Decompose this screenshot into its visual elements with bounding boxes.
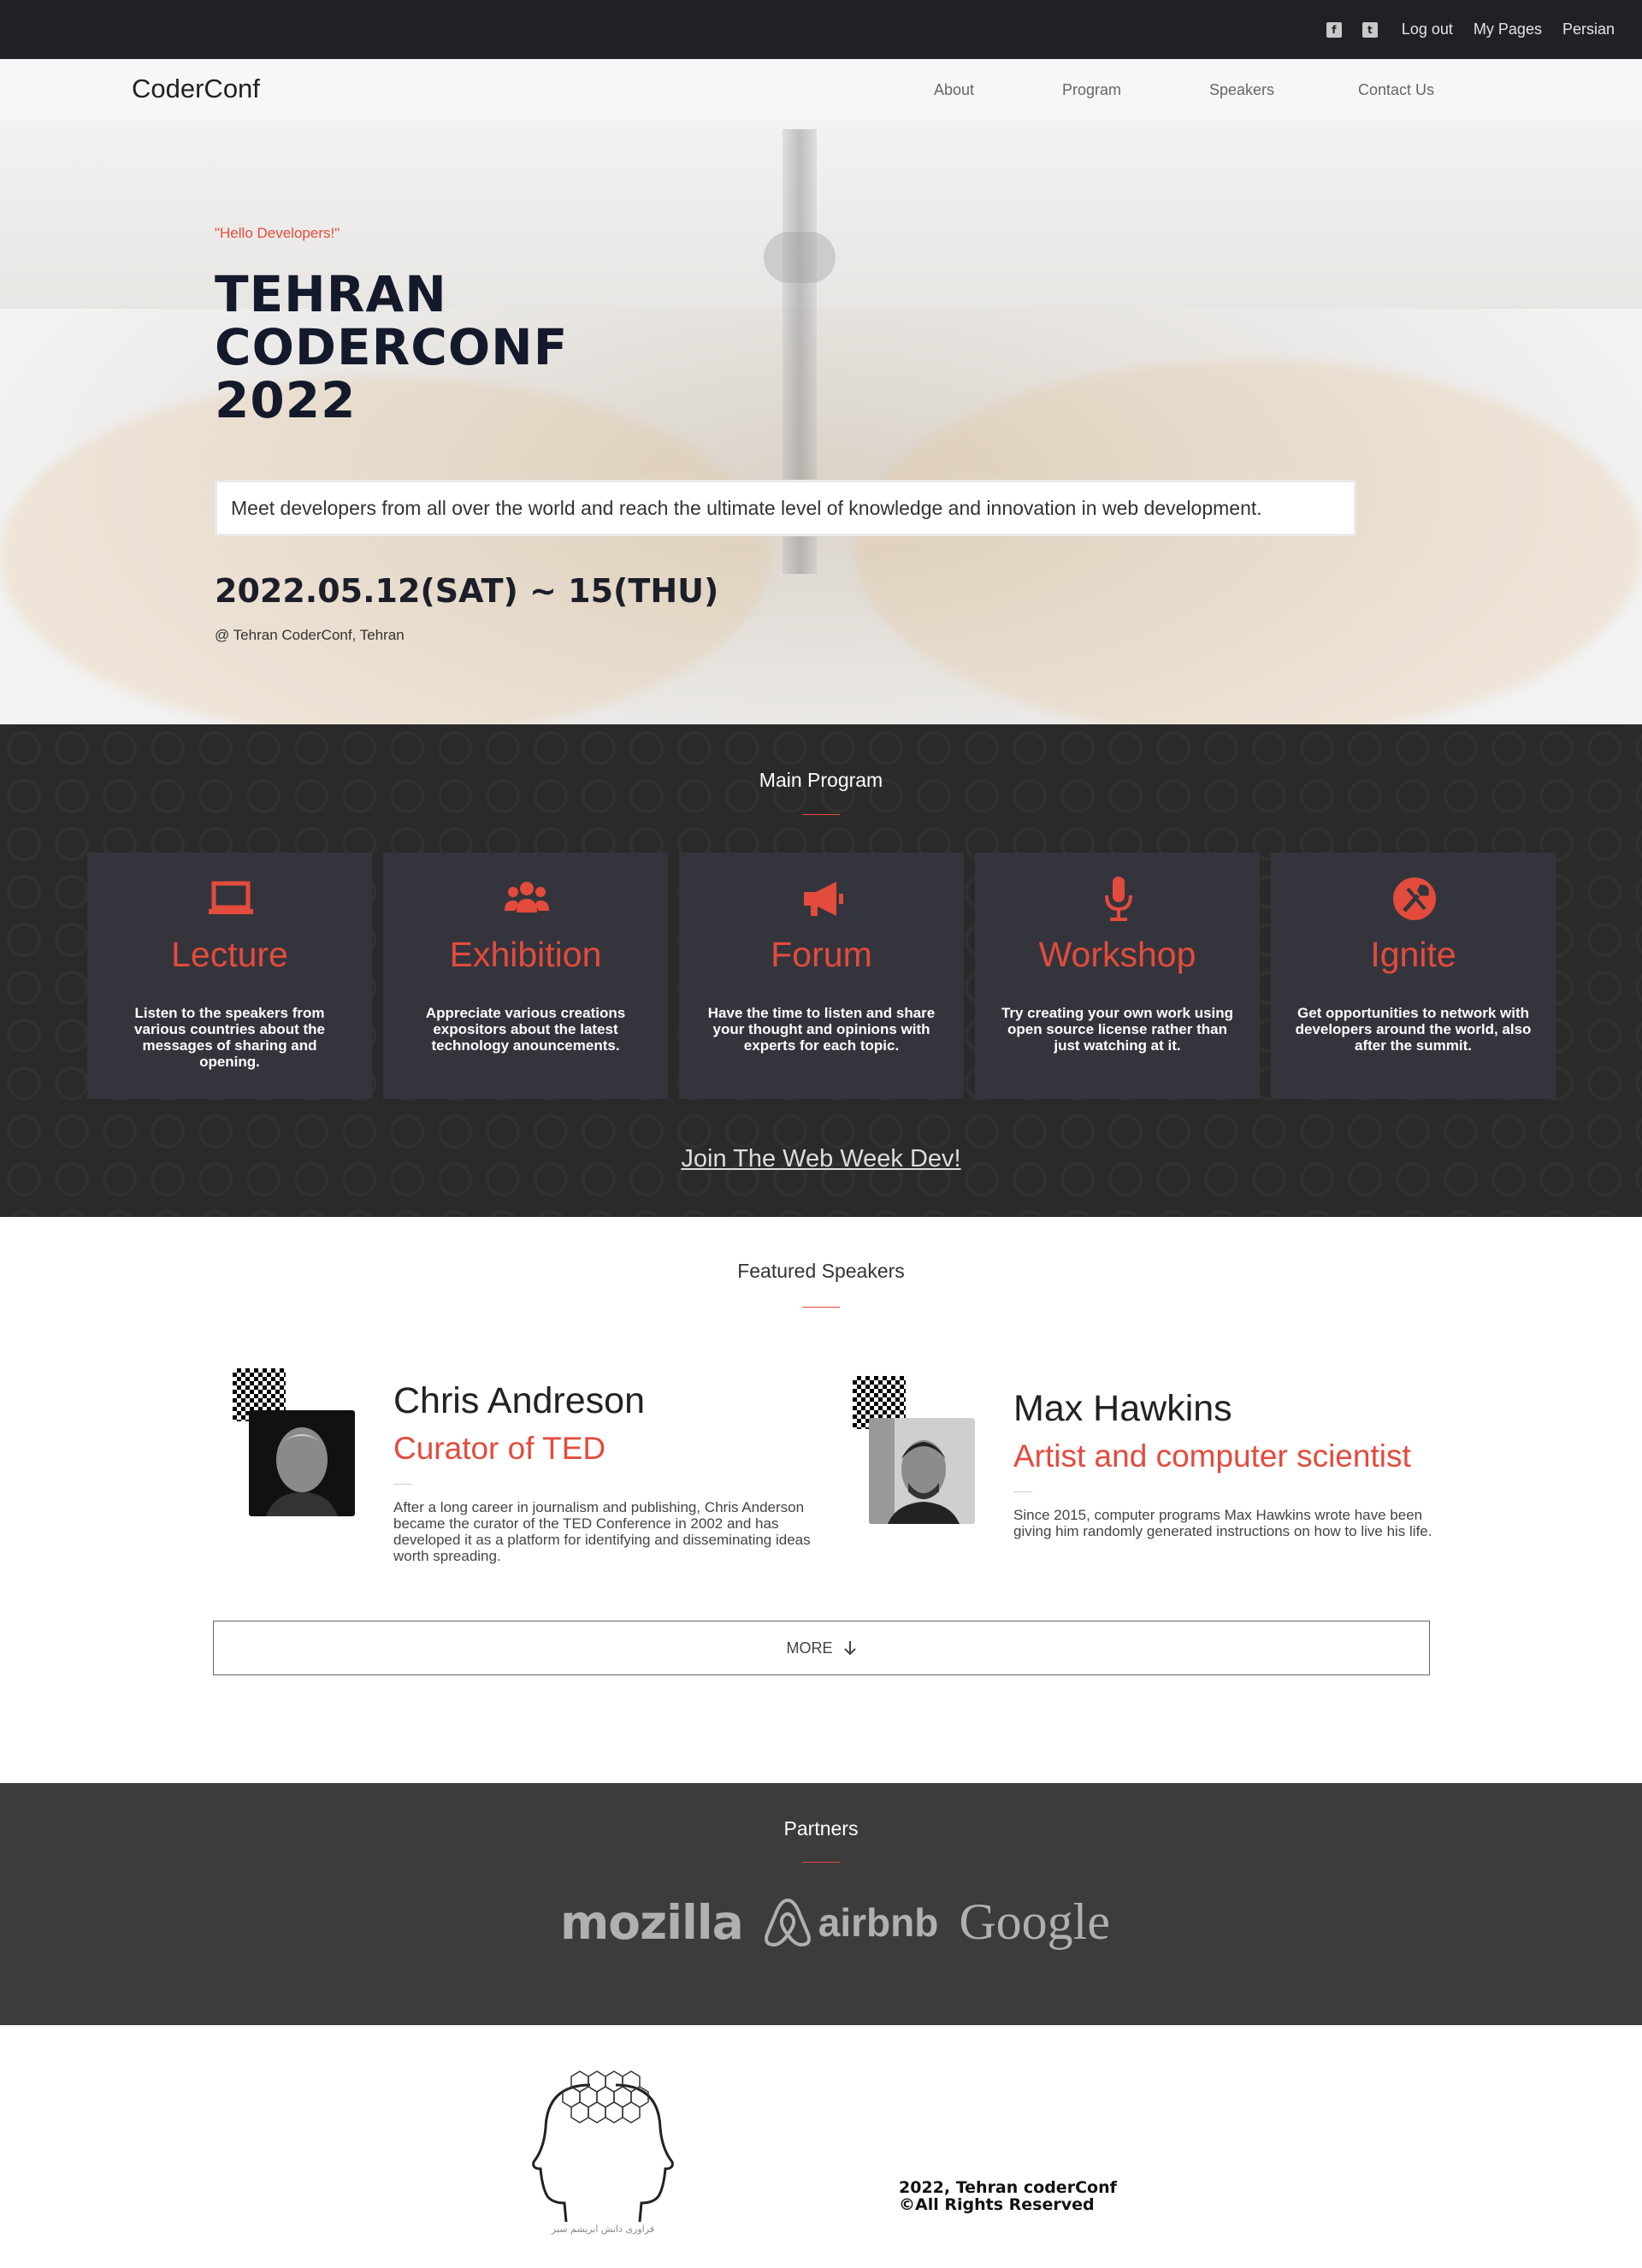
divider bbox=[393, 1484, 412, 1485]
event-dates: 2022.05.12(SAT) ~ 15(THU) bbox=[215, 572, 719, 610]
program-card-ignite: Ignite Get opportunities to network with… bbox=[1271, 853, 1556, 1099]
hero-title-line: 2022 bbox=[215, 371, 357, 429]
hero-section: "Hello Developers!" TEHRAN CODERCONF 202… bbox=[0, 121, 1642, 724]
program-card-lecture: Lecture Listen to the speakers from vari… bbox=[87, 853, 372, 1099]
program-card-title: Exhibition bbox=[449, 935, 602, 974]
hero-tagline: "Hello Developers!" bbox=[215, 225, 340, 241]
program-card-title: Workshop bbox=[1038, 935, 1196, 974]
hero-title-line: CODERCONF bbox=[215, 318, 569, 376]
speaker-role: Curator of TED bbox=[393, 1431, 606, 1466]
program-card-title: Forum bbox=[771, 935, 872, 974]
logout-link[interactable]: Log out bbox=[1402, 21, 1453, 38]
speaker-photo bbox=[869, 1418, 975, 1524]
speaker-card: Max Hawkins Artist and computer scientis… bbox=[853, 1376, 1434, 1581]
more-button-label: MORE bbox=[786, 1639, 833, 1657]
section-title: Main Program bbox=[759, 769, 883, 791]
nav-item-program[interactable]: Program bbox=[1062, 81, 1209, 99]
brand-logo-text[interactable]: CoderConf bbox=[132, 74, 260, 104]
city-lights-glow bbox=[0, 377, 770, 724]
laptop-icon bbox=[209, 881, 253, 914]
program-card-forum: Forum Have the time to listen and share … bbox=[679, 853, 964, 1099]
language-persian-link[interactable]: Persian bbox=[1562, 21, 1615, 38]
section-title: Featured Speakers bbox=[737, 1260, 905, 1282]
airbnb-wordmark: airbnb bbox=[818, 1899, 939, 1945]
mozilla-logo[interactable]: mozilla bbox=[560, 1895, 744, 1950]
logo-caption: فراوری دانش ابریشم سبز bbox=[551, 2224, 654, 2235]
microphone-icon bbox=[1105, 877, 1132, 921]
site-footer: فراوری دانش ابریشم سبز 2022, Tehran code… bbox=[0, 2025, 1642, 2268]
copyright-text: 2022, Tehran coderConf ©All Rights Reser… bbox=[899, 2179, 1117, 2213]
more-speakers-button[interactable]: MORE bbox=[213, 1621, 1430, 1675]
join-web-week-link[interactable]: Join The Web Week Dev! bbox=[0, 1145, 1642, 1173]
top-utility-bar: f t Log out My Pages Persian bbox=[0, 0, 1642, 59]
section-title-underline bbox=[802, 1307, 840, 1308]
section-title-underline bbox=[802, 814, 840, 815]
main-program-section: Main Program Lecture Listen to the speak… bbox=[0, 724, 1642, 1217]
copyright-line: ©All Rights Reserved bbox=[899, 2195, 1095, 2214]
main-navbar: CoderConf About Program Speakers Contact… bbox=[0, 59, 1642, 121]
program-card-desc: Get opportunities to network with develo… bbox=[1295, 1005, 1532, 1054]
users-icon bbox=[505, 882, 549, 913]
divider bbox=[1013, 1491, 1032, 1492]
hero-title: TEHRAN CODERCONF 2022 bbox=[215, 268, 568, 427]
program-card-exhibition: Exhibition Appreciate various creations … bbox=[383, 853, 668, 1099]
section-title-underline bbox=[802, 1862, 840, 1863]
my-pages-link[interactable]: My Pages bbox=[1474, 21, 1542, 38]
social-links: f t bbox=[1326, 21, 1378, 38]
speaker-portrait-image bbox=[869, 1418, 975, 1524]
copyright-line: 2022, Tehran coderConf bbox=[899, 2178, 1117, 2197]
nav-menu: About Program Speakers Contact Us bbox=[934, 59, 1434, 121]
section-title: Partners bbox=[783, 1817, 859, 1840]
nav-item-contact[interactable]: Contact Us bbox=[1358, 81, 1434, 99]
event-venue: @ Tehran CoderConf, Tehran bbox=[215, 627, 405, 643]
partner-logos: mozilla airbnb Google bbox=[560, 1893, 1110, 1952]
program-card-desc: Have the time to listen and share your t… bbox=[707, 1005, 936, 1054]
speaker-name: Chris Andreson bbox=[393, 1380, 645, 1421]
speaker-bio: Since 2015, computer programs Max Hawkin… bbox=[1013, 1507, 1432, 1539]
speaker-card: Chris Andreson Curator of TED After a lo… bbox=[233, 1368, 831, 1574]
twitter-square-icon[interactable]: t bbox=[1361, 21, 1378, 38]
speaker-bio: After a long career in journalism and pu… bbox=[393, 1499, 811, 1564]
program-card-desc: Listen to the speakers from various coun… bbox=[134, 1005, 325, 1070]
program-card-desc: Appreciate various creations expositors … bbox=[425, 1005, 626, 1054]
organization-logo: فراوری دانش ابریشم سبز bbox=[532, 2070, 674, 2235]
speaker-photo bbox=[249, 1410, 355, 1516]
featured-speakers-section: Featured Speakers Chris Andreson Curator… bbox=[0, 1217, 1642, 1783]
program-card-title: Lecture bbox=[171, 935, 288, 974]
partners-section: Partners mozilla airbnb Google bbox=[0, 1783, 1642, 2025]
wrench-icon bbox=[1393, 877, 1436, 920]
nav-item-speakers[interactable]: Speakers bbox=[1209, 81, 1358, 99]
city-lights-glow bbox=[855, 360, 1642, 724]
airbnb-logo[interactable]: airbnb bbox=[764, 1897, 939, 1948]
milad-tower-head-image bbox=[764, 232, 836, 283]
google-logo[interactable]: Google bbox=[959, 1893, 1110, 1952]
megaphone-icon bbox=[804, 882, 843, 916]
program-card-desc: Try creating your own work using open so… bbox=[1001, 1005, 1234, 1054]
program-card-title: Ignite bbox=[1370, 935, 1456, 974]
hero-description: Meet developers from all over the world … bbox=[215, 480, 1356, 536]
speaker-name: Max Hawkins bbox=[1013, 1388, 1232, 1429]
nav-item-about[interactable]: About bbox=[934, 81, 1062, 99]
speaker-portrait-image bbox=[249, 1410, 355, 1516]
arrow-down-icon bbox=[843, 1641, 856, 1656]
facebook-square-icon[interactable]: f bbox=[1326, 21, 1342, 38]
hero-title-line: TEHRAN bbox=[215, 265, 447, 323]
program-card-workshop: Workshop Try creating your own work usin… bbox=[975, 853, 1260, 1099]
airbnb-belo-icon bbox=[764, 1898, 811, 1946]
speaker-role: Artist and computer scientist bbox=[1013, 1438, 1411, 1474]
